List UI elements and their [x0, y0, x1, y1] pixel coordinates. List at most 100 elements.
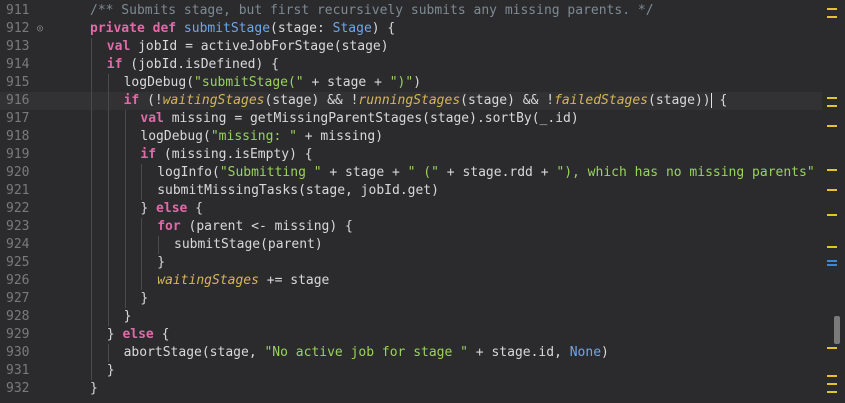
scrollbar-mark[interactable]	[827, 125, 837, 127]
line-number: 914	[6, 57, 30, 72]
code-line[interactable]: 924 submitStage(parent)	[0, 236, 822, 254]
code-text[interactable]: logDebug("missing: " + missing)	[140, 128, 383, 146]
line-number: 916	[6, 93, 30, 108]
scrollbar-mark[interactable]	[827, 383, 837, 385]
code-line[interactable]: 913 val jobId = activeJobForStage(stage)	[0, 38, 822, 56]
indent-guide	[141, 254, 143, 272]
scrollbar-mark[interactable]	[827, 169, 837, 171]
code-text[interactable]: submitMissingTasks(stage, jobId.get)	[157, 182, 439, 200]
code-line[interactable]: 923 for (parent <- missing) {	[0, 218, 822, 236]
code-text[interactable]: }	[107, 362, 115, 380]
code-text[interactable]: /** Submits stage, but first recursively…	[90, 2, 654, 20]
code-text[interactable]: val missing = getMissingParentStages(sta…	[140, 110, 578, 128]
indent-guide	[91, 74, 92, 92]
indent-guide	[107, 272, 109, 290]
line-number: 923	[6, 219, 30, 234]
scrollbar-mark[interactable]	[827, 260, 837, 262]
scrollbar-thumb[interactable]	[834, 316, 840, 344]
code-line[interactable]: 930 abortStage(stage, "No active job for …	[0, 344, 822, 362]
code-text[interactable]: }	[157, 254, 165, 272]
code-line[interactable]: 932}	[0, 380, 822, 398]
code-line[interactable]: 918 logDebug("missing: " + missing)	[0, 128, 822, 146]
indent-guide	[107, 218, 109, 236]
indent-guide	[107, 146, 109, 164]
indent-guide	[124, 128, 126, 146]
code-line[interactable]: 915 logDebug("submitStage(" + stage + ")"…	[0, 74, 822, 92]
code-line[interactable]: 916 if (!waitingStages(stage) && !running…	[0, 92, 822, 110]
code-line[interactable]: 911 /** Submits stage, but first recursiv…	[0, 2, 822, 20]
scrollbar-mark[interactable]	[827, 214, 837, 216]
code-text[interactable]: val jobId = activeJobForStage(stage)	[107, 38, 389, 56]
scrollbar-mark[interactable]	[827, 97, 837, 99]
scrollbar-mark[interactable]	[827, 189, 837, 191]
line-number: 924	[6, 237, 30, 252]
code-line[interactable]: 920 logInfo("Submitting " + stage + " (" …	[0, 164, 822, 182]
scrollbar-mark[interactable]	[827, 246, 837, 248]
scrollbar-mark[interactable]	[827, 391, 837, 393]
code-text[interactable]: if (missing.isEmpty) {	[140, 146, 312, 164]
indent-guide	[91, 182, 92, 200]
line-number: 932	[6, 381, 30, 396]
code-text[interactable]: logDebug("submitStage(" + stage + ")")	[124, 74, 421, 92]
indent-guide	[107, 74, 109, 92]
line-number: 926	[6, 273, 30, 288]
scrollbar-mark[interactable]	[827, 347, 837, 349]
code-line[interactable]: 925}	[0, 254, 822, 272]
code-text[interactable]: if (!waitingStages(stage) && !runningSta…	[124, 92, 727, 110]
code-line[interactable]: 928}	[0, 308, 822, 326]
code-line[interactable]: 921 submitMissingTasks(stage, jobId.get)	[0, 182, 822, 200]
line-number: 921	[6, 183, 30, 198]
scrollbar-mark[interactable]	[827, 264, 837, 266]
code-line[interactable]: 926 waitingStages += stage	[0, 272, 822, 290]
code-line[interactable]: 914 if (jobId.isDefined) {	[0, 56, 822, 74]
override-marker-icon[interactable]: ◎	[37, 20, 43, 38]
line-number: 927	[6, 291, 30, 306]
code-text[interactable]: for (parent <- missing) {	[157, 218, 353, 236]
indent-guide	[124, 254, 126, 272]
code-text[interactable]: } else {	[107, 326, 170, 344]
indent-guide	[107, 308, 109, 326]
indent-guide	[107, 344, 109, 362]
code-line[interactable]: 922} else {	[0, 200, 822, 218]
code-line[interactable]: 927}	[0, 290, 822, 308]
scrollbar-mark[interactable]	[827, 105, 837, 107]
line-number: 931	[6, 363, 30, 378]
code-line[interactable]: 919 if (missing.isEmpty) {	[0, 146, 822, 164]
line-number: 912	[6, 21, 30, 36]
line-number: 929	[6, 327, 30, 342]
indent-guide	[91, 254, 92, 272]
code-line[interactable]: 931}	[0, 362, 822, 380]
code-text[interactable]: waitingStages += stage	[157, 272, 329, 290]
indent-guide	[91, 128, 92, 146]
code-text[interactable]: }	[90, 380, 98, 398]
scrollbar-mark[interactable]	[827, 375, 837, 377]
code-line[interactable]: 912 ◎ private def submitStage(stage: Stage…	[0, 20, 822, 38]
indent-guide	[158, 236, 160, 254]
code-text[interactable]: }	[124, 308, 132, 326]
line-number: 925	[6, 255, 30, 270]
indent-guide	[91, 218, 92, 236]
indent-guide	[91, 326, 92, 344]
code-text[interactable]: if (jobId.isDefined) {	[107, 56, 279, 74]
line-number: 928	[6, 309, 30, 324]
indent-guide	[91, 236, 92, 254]
code-text[interactable]: } else {	[140, 200, 203, 218]
code-text[interactable]: private def submitStage(stage: Stage) {	[90, 20, 395, 38]
line-number: 919	[6, 147, 30, 162]
indent-guide	[141, 236, 143, 254]
code-editor[interactable]: 911 /** Submits stage, but first recursiv…	[0, 0, 845, 403]
scrollbar-panel[interactable]	[822, 0, 845, 403]
code-text[interactable]: }	[140, 290, 148, 308]
indent-guide	[91, 344, 92, 362]
code-line[interactable]: 929 } else {	[0, 326, 822, 344]
code-text[interactable]: abortStage(stage, "No active job for sta…	[124, 344, 609, 362]
scrollbar-mark[interactable]	[827, 16, 837, 18]
code-line[interactable]: 917 val missing = getMissingParentStages(…	[0, 110, 822, 128]
indent-guide	[124, 164, 126, 182]
line-number: 917	[6, 111, 30, 126]
code-text[interactable]: logInfo("Submitting " + stage + " (" + s…	[157, 164, 814, 182]
indent-guide	[141, 218, 143, 236]
scrollbar-mark[interactable]	[827, 8, 837, 10]
code-text[interactable]: submitStage(parent)	[174, 236, 323, 254]
indent-guide	[124, 272, 126, 290]
